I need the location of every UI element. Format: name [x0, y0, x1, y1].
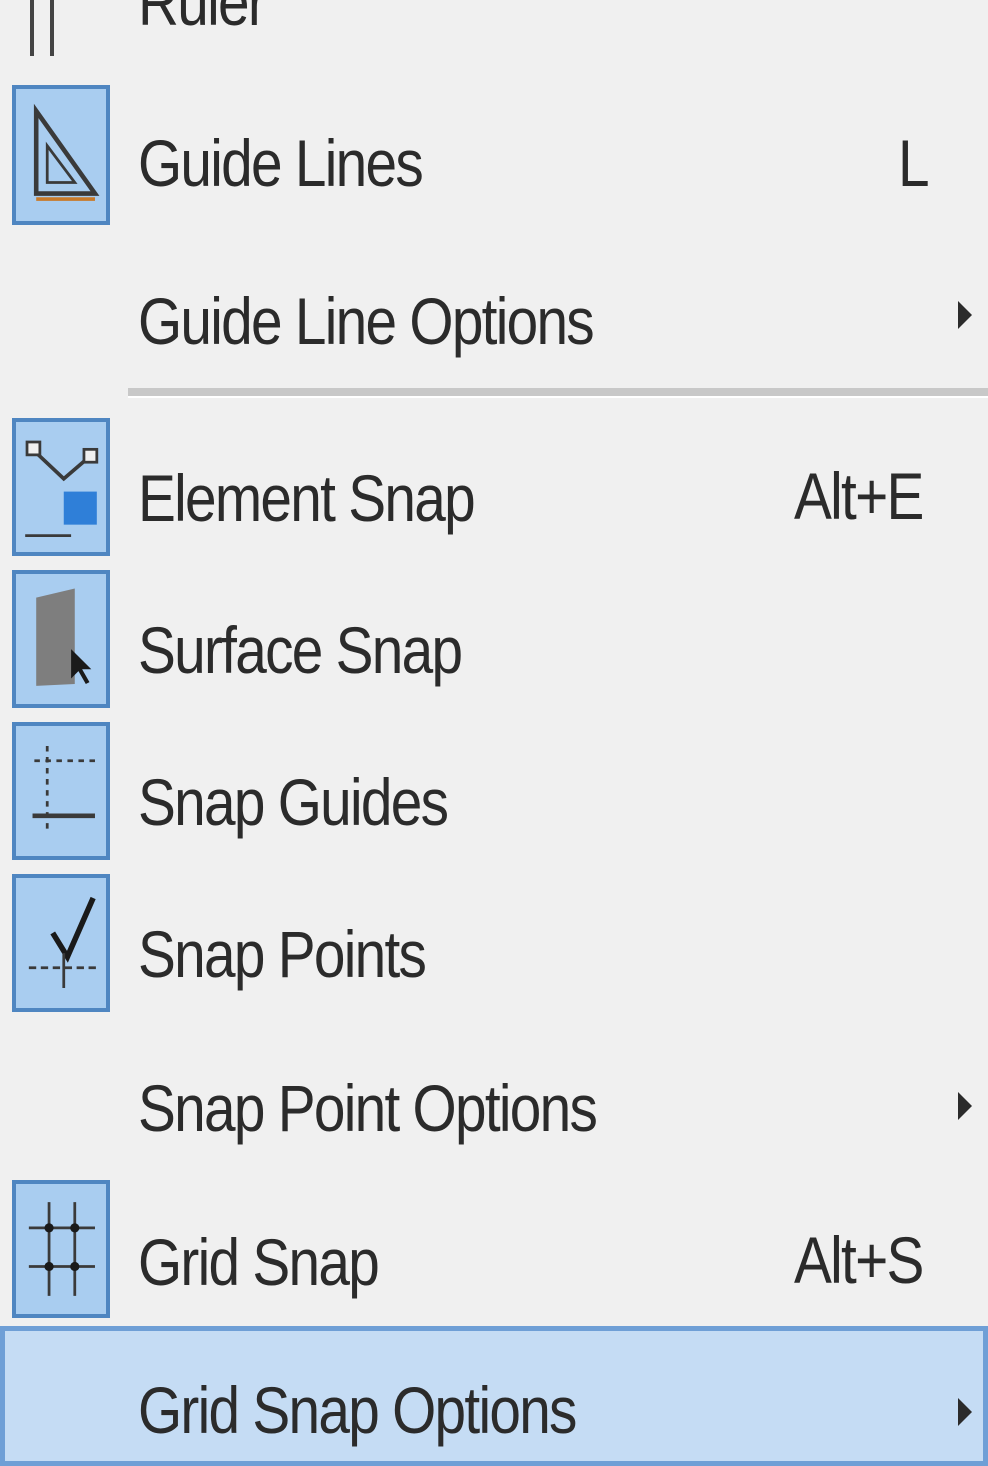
menu-item-label: Guide Line Options	[138, 284, 595, 358]
menu-item-label: Guide Lines	[138, 126, 424, 200]
menu-separator	[128, 388, 988, 398]
shortcut-label: Alt+E	[794, 459, 924, 533]
menu-item-label: Grid Snap	[138, 1225, 380, 1299]
shortcut-label: Alt+S	[794, 1223, 924, 1297]
snap-guides-icon	[12, 722, 110, 860]
element-snap-icon	[12, 418, 110, 556]
menu-item-snap-point-options[interactable]: Snap Point Options	[0, 1030, 988, 1170]
view-menu-dropdown: Ruler Guide Lines L Guide Line Options E…	[0, 0, 988, 1466]
shortcut-label: L	[898, 126, 930, 200]
ruler-icon	[30, 0, 54, 56]
surface-snap-icon	[12, 570, 110, 708]
submenu-arrow-icon	[958, 1092, 972, 1120]
menu-item-label: Ruler	[138, 0, 267, 39]
menu-item-label: Snap Point Options	[138, 1071, 598, 1145]
menu-item-label: Element Snap	[138, 461, 476, 535]
snap-points-icon	[12, 874, 110, 1012]
submenu-arrow-icon	[958, 301, 972, 329]
menu-item-surface-snap[interactable]: Surface Snap	[0, 568, 988, 708]
menu-item-label: Surface Snap	[138, 613, 463, 687]
menu-item-label: Grid Snap Options	[138, 1373, 577, 1447]
menu-item-snap-points[interactable]: Snap Points	[0, 872, 988, 1012]
submenu-arrow-icon	[958, 1398, 972, 1426]
menu-item-snap-guides[interactable]: Snap Guides	[0, 720, 988, 860]
menu-item-grid-snap[interactable]: Grid Snap Alt+S	[0, 1180, 988, 1320]
menu-item-ruler[interactable]: Ruler	[0, 0, 988, 60]
menu-item-element-snap[interactable]: Element Snap Alt+E	[0, 416, 988, 556]
menu-item-label: Snap Guides	[138, 765, 449, 839]
menu-item-label: Snap Points	[138, 917, 427, 991]
menu-item-guide-lines[interactable]: Guide Lines L	[0, 85, 988, 230]
set-square-icon	[12, 85, 110, 225]
grid-snap-icon	[12, 1180, 110, 1318]
menu-item-grid-snap-options[interactable]: Grid Snap Options	[0, 1326, 988, 1447]
menu-item-guide-line-options[interactable]: Guide Line Options	[0, 245, 988, 385]
